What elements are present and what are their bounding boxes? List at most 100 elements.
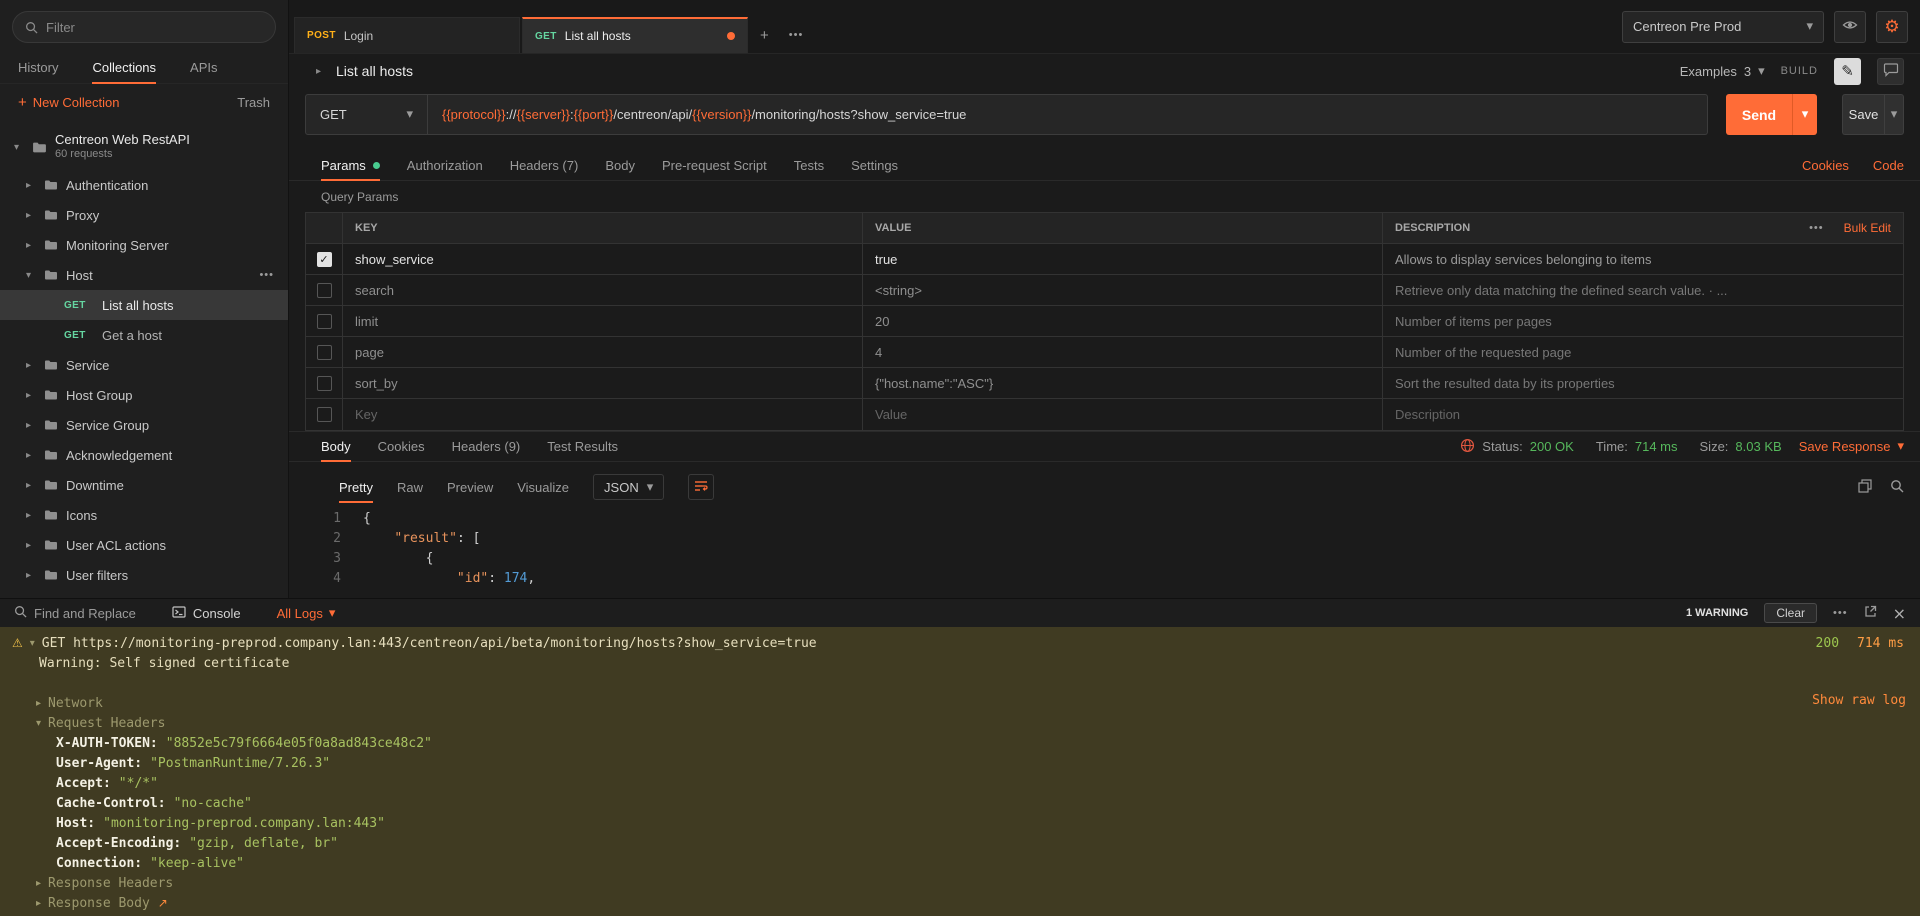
filter-input[interactable] bbox=[46, 20, 263, 35]
row-checkbox[interactable]: ✓ bbox=[317, 252, 332, 267]
folder-proxy[interactable]: ▸ Proxy bbox=[0, 200, 288, 230]
row-checkbox[interactable] bbox=[317, 376, 332, 391]
network-icon[interactable] bbox=[1460, 438, 1475, 456]
param-value-cell[interactable]: 4 bbox=[862, 337, 1382, 367]
param-key-cell[interactable]: sort_by bbox=[342, 368, 862, 398]
more-icon[interactable]: ••• bbox=[1833, 607, 1848, 619]
close-icon[interactable]: × bbox=[1893, 604, 1906, 623]
new-tab-button[interactable]: + bbox=[750, 17, 779, 53]
tab-login[interactable]: POST Login bbox=[294, 17, 520, 53]
view-tab-preview[interactable]: Preview bbox=[447, 471, 493, 503]
console-section-network[interactable]: ▸ Network bbox=[12, 693, 1908, 713]
save-button[interactable]: Save bbox=[1842, 94, 1884, 135]
edit-button[interactable]: ✎ bbox=[1834, 58, 1861, 85]
param-description-cell[interactable]: Allows to display services belonging to … bbox=[1382, 244, 1903, 274]
folder-options-icon[interactable]: ••• bbox=[259, 269, 274, 281]
folder-downtime[interactable]: ▸ Downtime bbox=[0, 470, 288, 500]
folder-icons[interactable]: ▸ Icons bbox=[0, 500, 288, 530]
folder-user-acl-actions[interactable]: ▸ User ACL actions bbox=[0, 530, 288, 560]
environment-selector[interactable]: Centreon Pre Prod ▾ bbox=[1622, 11, 1824, 43]
send-button[interactable]: Send bbox=[1726, 94, 1792, 135]
folder-service-group[interactable]: ▸ Service Group bbox=[0, 410, 288, 440]
filter-box[interactable] bbox=[12, 11, 276, 43]
param-description-cell[interactable]: Number of items per pages bbox=[1382, 306, 1903, 336]
row-checkbox[interactable] bbox=[317, 407, 332, 422]
view-tab-visualize[interactable]: Visualize bbox=[517, 471, 569, 503]
sidebar-tab-collections[interactable]: Collections bbox=[92, 52, 156, 83]
param-key-cell[interactable]: search bbox=[342, 275, 862, 305]
sidebar-tab-apis[interactable]: APIs bbox=[190, 52, 217, 83]
param-description-cell[interactable]: Description bbox=[1382, 399, 1903, 430]
save-options-button[interactable]: ▾ bbox=[1884, 94, 1904, 135]
collection-root[interactable]: ▾ Centreon Web RestAPI 60 requests bbox=[0, 124, 288, 170]
examples-dropdown[interactable]: Examples 3 ▾ bbox=[1680, 64, 1765, 79]
bulk-edit-link[interactable]: Bulk Edit bbox=[1844, 221, 1891, 235]
folder-service[interactable]: ▸ Service bbox=[0, 350, 288, 380]
copy-icon[interactable] bbox=[1858, 479, 1872, 496]
param-key-cell[interactable]: Key bbox=[342, 399, 862, 430]
folder-monitoring-server[interactable]: ▸ Monitoring Server bbox=[0, 230, 288, 260]
find-replace-button[interactable]: Find and Replace bbox=[14, 605, 136, 621]
new-collection-button[interactable]: + New Collection bbox=[18, 94, 119, 111]
folder-host[interactable]: ▾ Host ••• bbox=[0, 260, 288, 290]
console-request-entry[interactable]: ⚠ ▾ GET https://monitoring-preprod.compa… bbox=[12, 633, 1908, 653]
show-raw-log-link[interactable]: Show raw log bbox=[1812, 693, 1906, 708]
param-value-cell[interactable]: {"host.name":"ASC"} bbox=[862, 368, 1382, 398]
tab-authorization[interactable]: Authorization bbox=[407, 151, 483, 180]
param-description-cell[interactable]: Number of the requested page bbox=[1382, 337, 1903, 367]
console-button[interactable]: Console bbox=[172, 606, 241, 621]
console-section-request-headers[interactable]: ▾ Request Headers bbox=[12, 713, 1908, 733]
tab-headers[interactable]: Headers (7) bbox=[510, 151, 579, 180]
folder-authentication[interactable]: ▸ Authentication bbox=[0, 170, 288, 200]
sidebar-tab-history[interactable]: History bbox=[18, 52, 58, 83]
tab-pre-request-script[interactable]: Pre-request Script bbox=[662, 151, 767, 180]
param-value-cell[interactable]: Value bbox=[862, 399, 1382, 430]
view-tab-raw[interactable]: Raw bbox=[397, 471, 423, 503]
open-in-new-icon[interactable] bbox=[1864, 605, 1877, 621]
request-list-all-hosts[interactable]: GET List all hosts bbox=[0, 290, 288, 320]
folder-host-group[interactable]: ▸ Host Group bbox=[0, 380, 288, 410]
param-value-cell[interactable]: <string> bbox=[862, 275, 1382, 305]
method-selector[interactable]: GET ▾ bbox=[305, 94, 428, 135]
chevron-right-icon[interactable]: ▸ bbox=[316, 66, 326, 77]
folder-user-filters[interactable]: ▸ User filters bbox=[0, 560, 288, 590]
tab-options-button[interactable]: ••• bbox=[779, 17, 814, 53]
tab-settings[interactable]: Settings bbox=[851, 151, 898, 180]
console-section-response-body[interactable]: ▸ Response Body ↗ bbox=[12, 893, 1908, 913]
response-tab-headers[interactable]: Headers (9) bbox=[452, 432, 521, 461]
environment-quicklook-button[interactable] bbox=[1834, 11, 1866, 43]
settings-button[interactable]: ⚙ bbox=[1876, 11, 1908, 43]
comments-button[interactable] bbox=[1877, 58, 1904, 85]
param-description-cell[interactable]: Retrieve only data matching the defined … bbox=[1382, 275, 1903, 305]
param-value-cell[interactable]: true bbox=[862, 244, 1382, 274]
tab-body[interactable]: Body bbox=[605, 151, 635, 180]
save-response-button[interactable]: Save Response ▾ bbox=[1799, 439, 1904, 454]
param-key-cell[interactable]: limit bbox=[342, 306, 862, 336]
tab-params[interactable]: Params bbox=[321, 151, 380, 180]
wrap-lines-toggle[interactable] bbox=[688, 474, 714, 500]
param-key-cell[interactable]: show_service bbox=[342, 244, 862, 274]
row-checkbox[interactable] bbox=[317, 314, 332, 329]
param-description-cell[interactable]: Sort the resulted data by its properties bbox=[1382, 368, 1903, 398]
url-input[interactable]: {{protocol}}://{{server}}:{{port}}/centr… bbox=[428, 94, 1708, 135]
response-tab-cookies[interactable]: Cookies bbox=[378, 432, 425, 461]
folder-acknowledgement[interactable]: ▸ Acknowledgement bbox=[0, 440, 288, 470]
param-key-cell[interactable]: page bbox=[342, 337, 862, 367]
response-tab-body[interactable]: Body bbox=[321, 432, 351, 461]
log-filter-dropdown[interactable]: All Logs ▾ bbox=[277, 606, 336, 621]
tab-list-all-hosts[interactable]: GET List all hosts bbox=[522, 17, 748, 53]
response-tab-test-results[interactable]: Test Results bbox=[547, 432, 618, 461]
trash-button[interactable]: Trash bbox=[237, 95, 270, 110]
row-checkbox[interactable] bbox=[317, 345, 332, 360]
request-get-a-host[interactable]: GET Get a host bbox=[0, 320, 288, 350]
tab-tests[interactable]: Tests bbox=[794, 151, 824, 180]
language-selector[interactable]: JSON ▾ bbox=[593, 474, 664, 500]
console-section-response-headers[interactable]: ▸ Response Headers bbox=[12, 873, 1908, 893]
external-link-icon[interactable]: ↗ bbox=[158, 896, 168, 910]
send-options-button[interactable]: ▾ bbox=[1792, 94, 1817, 135]
row-checkbox[interactable] bbox=[317, 283, 332, 298]
more-icon[interactable]: ••• bbox=[1809, 222, 1824, 234]
view-tab-pretty[interactable]: Pretty bbox=[339, 471, 373, 503]
clear-console-button[interactable]: Clear bbox=[1764, 603, 1817, 623]
code-link[interactable]: Code bbox=[1873, 158, 1904, 173]
